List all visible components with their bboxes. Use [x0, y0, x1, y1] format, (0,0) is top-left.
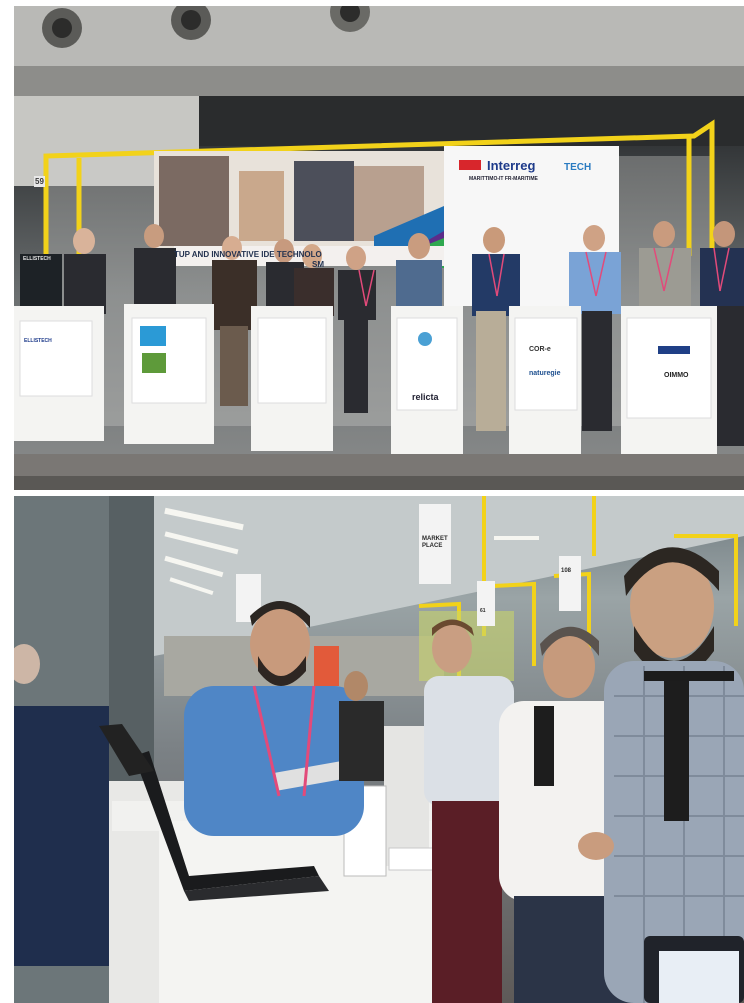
hall-scene: [14, 496, 744, 1003]
banner-headline: TUP AND INNOVATIVE IDE TECHNOLO: [174, 250, 322, 259]
booth-number-sign: 108: [561, 568, 572, 574]
person-left: [14, 706, 109, 966]
interreg-flag-icon: [459, 160, 481, 170]
interreg-subtitle: MARITTIMO-IT FR-MARITIME: [469, 176, 538, 182]
podium-label: OIMMO: [664, 372, 689, 379]
podium-label: COR-e: [529, 346, 551, 353]
interreg-logo: Interreg: [487, 158, 536, 173]
podium-label: relicta: [412, 392, 439, 402]
hanging-sign: [477, 581, 495, 626]
stand-number: 59: [34, 176, 45, 187]
bottom-photo-exhibition-hall: MARKET PLACE 108 61: [14, 496, 744, 1003]
top-photo-booth-group: Interreg MARITTIMO-IT FR-MARITIME TECH T…: [14, 6, 744, 490]
booth-scene: [14, 6, 744, 490]
hanging-sign: [559, 556, 581, 611]
display-table: [384, 726, 429, 866]
screen-label: ELLISTECH: [23, 256, 51, 262]
podium-label: ELLISTECH: [24, 338, 52, 344]
podium-label: naturegie: [529, 370, 561, 377]
market-place-sign: MARKET PLACE: [422, 536, 448, 549]
partner-logo: TECH: [564, 162, 592, 173]
booth-number-sign: 61: [480, 608, 486, 614]
banner-headline-2: SM: [312, 260, 324, 269]
